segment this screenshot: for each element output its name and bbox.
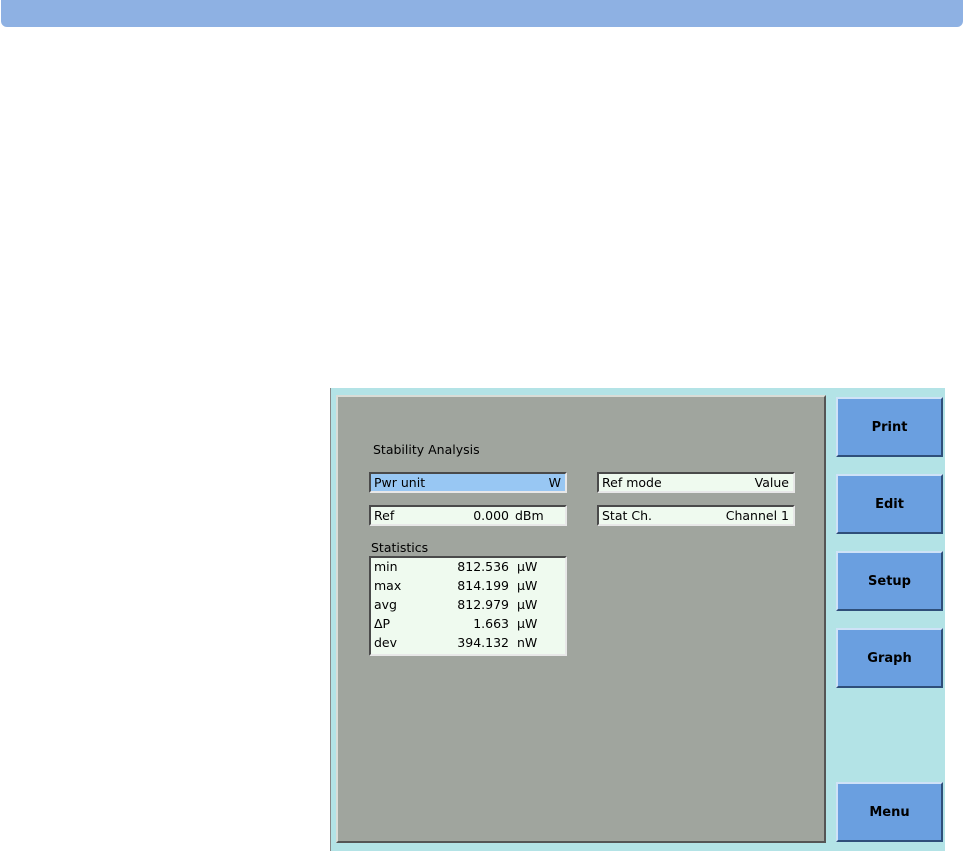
stat-unit: μW bbox=[517, 578, 538, 593]
ref-mode-value: Value bbox=[754, 475, 789, 490]
stat-ch-value: Channel 1 bbox=[725, 508, 789, 523]
stat-row-min: min 812.536 μW bbox=[371, 558, 565, 577]
statistics-label: Statistics bbox=[371, 540, 429, 555]
stat-name: min bbox=[374, 559, 398, 574]
print-button[interactable]: Print bbox=[836, 397, 943, 457]
stat-value: 1.663 bbox=[473, 616, 509, 631]
setup-button[interactable]: Setup bbox=[836, 551, 943, 611]
stat-value: 812.979 bbox=[457, 597, 509, 612]
stat-ch-field[interactable]: Stat Ch. Channel 1 bbox=[597, 505, 795, 526]
menu-button[interactable]: Menu bbox=[836, 782, 943, 842]
stat-row-delta-p: ΔP 1.663 μW bbox=[371, 615, 565, 634]
stat-unit: nW bbox=[517, 635, 538, 650]
panel-title: Stability Analysis bbox=[373, 442, 480, 457]
pwr-unit-value: W bbox=[548, 475, 561, 490]
ref-mode-field[interactable]: Ref mode Value bbox=[597, 472, 795, 493]
ref-mode-label: Ref mode bbox=[602, 475, 662, 490]
stat-name: dev bbox=[374, 635, 398, 650]
stat-row-dev: dev 394.132 nW bbox=[371, 634, 565, 653]
ref-label: Ref bbox=[374, 508, 395, 523]
stat-name: ΔP bbox=[374, 616, 391, 631]
stat-ch-label: Stat Ch. bbox=[602, 508, 652, 523]
stat-unit: μW bbox=[517, 597, 538, 612]
pwr-unit-field[interactable]: Pwr unit W bbox=[369, 472, 567, 493]
stat-value: 814.199 bbox=[457, 578, 509, 593]
ref-field[interactable]: Ref 0.000 dBm bbox=[369, 505, 567, 526]
stat-unit: μW bbox=[517, 616, 538, 631]
edit-button[interactable]: Edit bbox=[836, 474, 943, 534]
top-title-bar bbox=[1, 0, 963, 27]
stat-name: max bbox=[374, 578, 402, 593]
ref-value: 0.000 bbox=[473, 508, 509, 523]
stat-name: avg bbox=[374, 597, 397, 612]
statistics-table: min 812.536 μW max 814.199 μW avg 812.97… bbox=[369, 556, 567, 656]
graph-button[interactable]: Graph bbox=[836, 628, 943, 688]
stat-row-max: max 814.199 μW bbox=[371, 577, 565, 596]
stat-unit: μW bbox=[517, 559, 538, 574]
stat-value: 812.536 bbox=[457, 559, 509, 574]
ref-unit: dBm bbox=[515, 508, 544, 523]
stat-row-avg: avg 812.979 μW bbox=[371, 596, 565, 615]
stat-value: 394.132 bbox=[457, 635, 509, 650]
pwr-unit-label: Pwr unit bbox=[374, 475, 426, 490]
